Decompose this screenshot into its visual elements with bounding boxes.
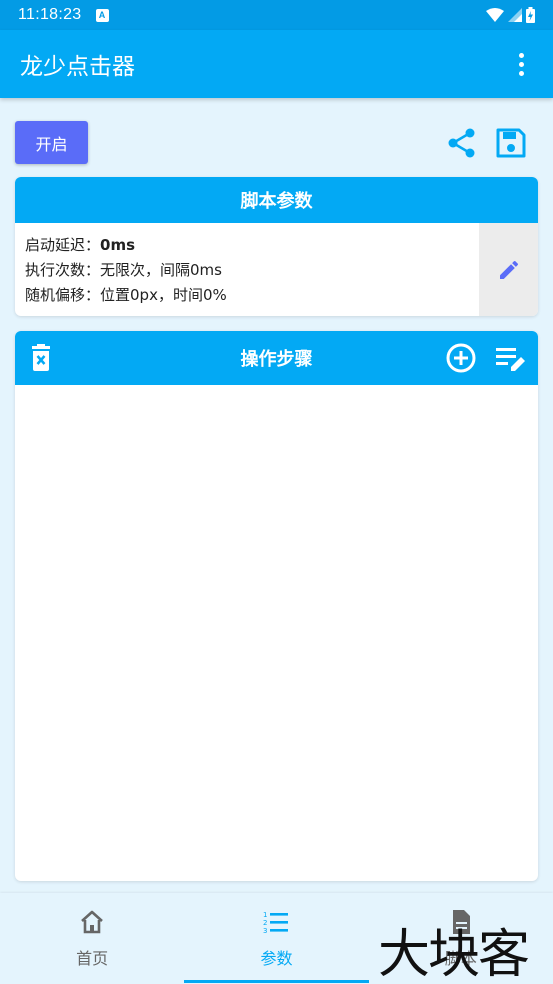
more-vert-icon[interactable] xyxy=(509,44,533,84)
trash-icon[interactable] xyxy=(29,344,53,372)
add-circle-icon[interactable] xyxy=(446,343,476,373)
steps-card: 操作步骤 xyxy=(15,331,538,881)
app-bar: 龙少点击器 xyxy=(0,30,553,98)
steps-header: 操作步骤 xyxy=(15,331,538,385)
list-edit-icon[interactable] xyxy=(495,344,527,374)
svg-text:1: 1 xyxy=(263,911,267,919)
param-value: 位置0px，时间0% xyxy=(100,286,227,304)
watermark: 大块客 xyxy=(378,925,530,984)
script-params-card: 脚本参数 启动延迟：0ms 执行次数：无限次，间隔0ms 随机偏移：位置0px，… xyxy=(15,177,538,316)
param-label: 随机偏移： xyxy=(25,286,101,304)
param-value: 无限次，间隔0ms xyxy=(100,261,222,279)
steps-title: 操作步骤 xyxy=(240,349,313,370)
svg-text:2: 2 xyxy=(263,919,267,927)
save-icon[interactable] xyxy=(495,127,527,159)
param-line-exec-count: 执行次数：无限次，间隔0ms xyxy=(25,258,469,283)
param-value: 0ms xyxy=(100,236,136,254)
param-label: 启动延迟： xyxy=(25,236,101,254)
nav-home-label: 首页 xyxy=(76,949,109,968)
battery-icon xyxy=(526,7,535,23)
app-title: 龙少点击器 xyxy=(20,54,135,80)
param-line-start-delay: 启动延迟：0ms xyxy=(25,233,469,258)
svg-text:3: 3 xyxy=(263,927,267,935)
nav-home[interactable]: 首页 xyxy=(0,893,184,984)
wifi-icon xyxy=(486,8,504,22)
list-numbered-icon: 1 2 3 xyxy=(263,911,289,935)
param-label: 执行次数： xyxy=(25,261,101,279)
edit-params-button[interactable] xyxy=(479,223,538,316)
params-text: 启动延迟：0ms 执行次数：无限次，间隔0ms 随机偏移：位置0px，时间0% xyxy=(15,223,479,316)
status-time: 11:18:23 xyxy=(18,6,82,23)
share-icon[interactable] xyxy=(446,127,478,159)
pencil-icon xyxy=(499,260,518,279)
notification-icon: A xyxy=(95,8,109,22)
params-body: 启动延迟：0ms 执行次数：无限次，间隔0ms 随机偏移：位置0px，时间0% xyxy=(15,223,538,316)
nav-params[interactable]: 1 2 3 参数 xyxy=(184,893,369,984)
home-icon xyxy=(81,910,104,934)
param-line-random-offset: 随机偏移：位置0px，时间0% xyxy=(25,283,469,308)
status-bar: 11:18:23 A xyxy=(0,0,553,30)
status-indicators xyxy=(486,7,535,23)
params-card-title: 脚本参数 xyxy=(15,177,538,223)
signal-icon xyxy=(508,8,522,22)
start-button[interactable]: 开启 xyxy=(15,121,88,164)
nav-params-label: 参数 xyxy=(260,949,293,968)
